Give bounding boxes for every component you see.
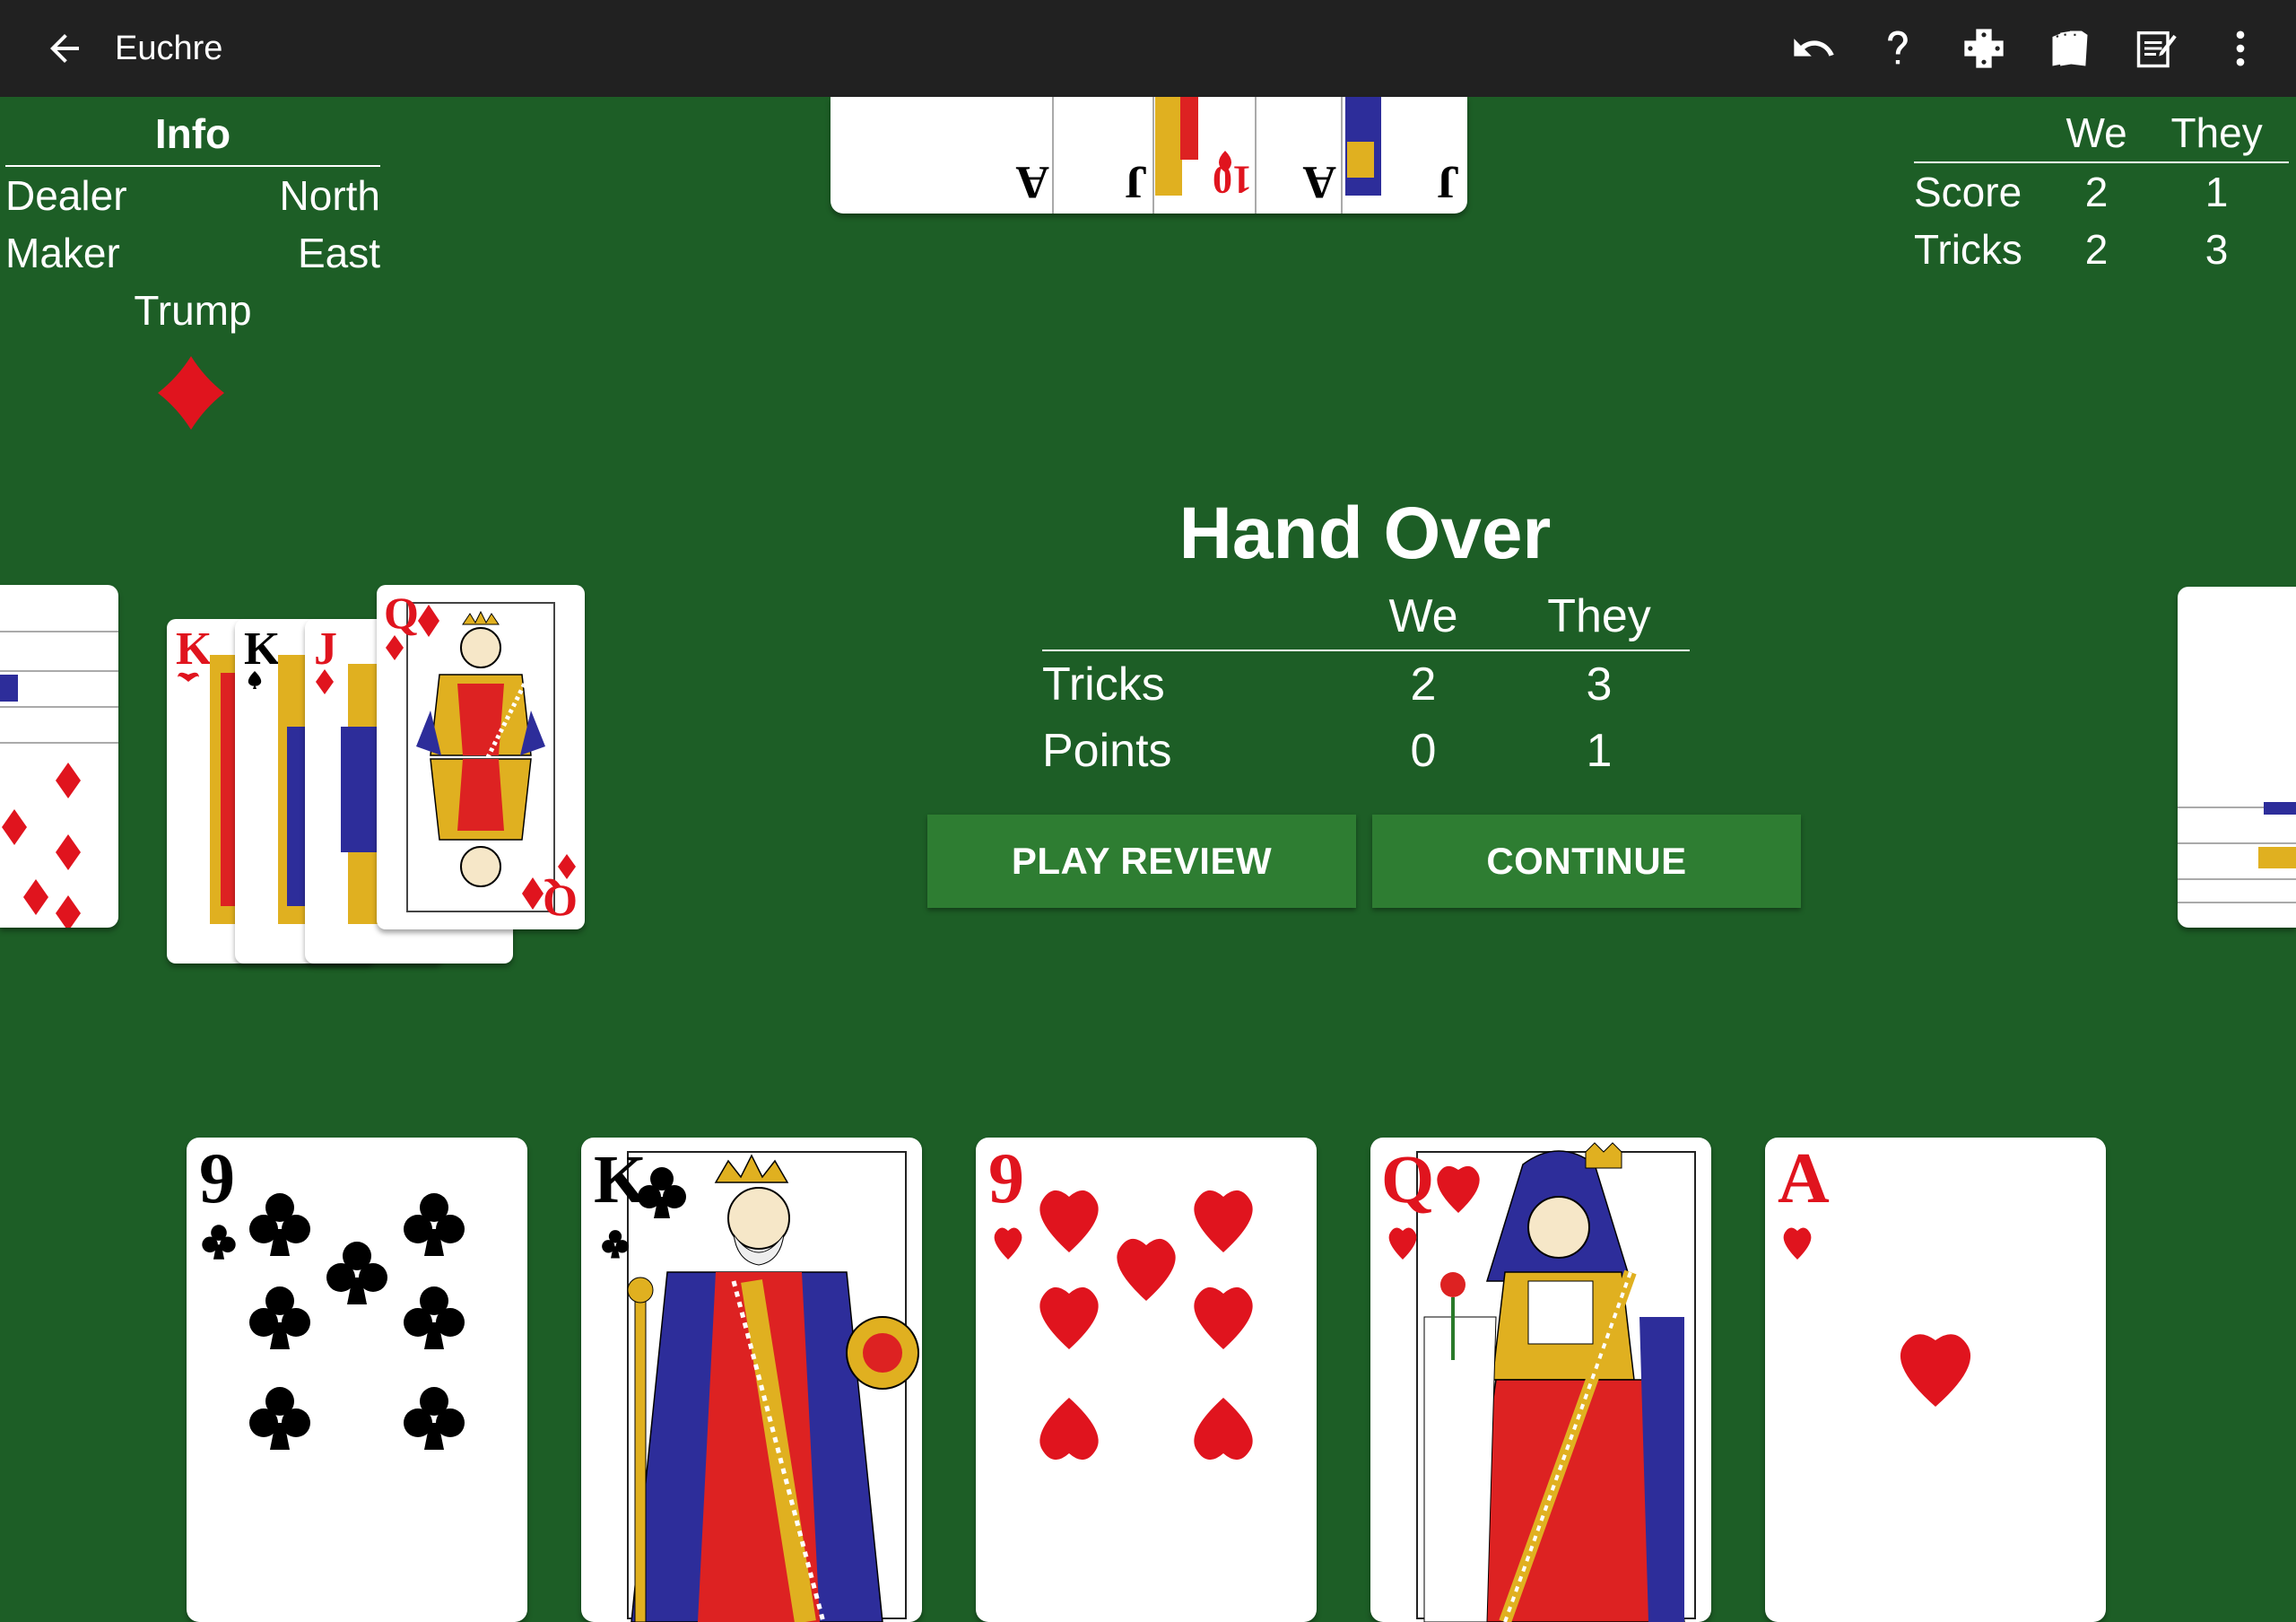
dialog-tricks-label: Tricks <box>1042 658 1165 711</box>
tricks-row: Tricks 2 3 <box>1914 221 2289 278</box>
dialog-points-they: 1 <box>1586 725 1613 777</box>
north-rank: A <box>1015 156 1049 207</box>
controller-icon[interactable] <box>1959 23 2009 74</box>
card-rank: 9 <box>988 1139 1024 1218</box>
north-rank: A <box>1302 156 1336 207</box>
app-bar: Euchre <box>0 0 2296 97</box>
dealer-row: Dealer North <box>5 167 380 224</box>
score-row: Score 2 1 <box>1914 162 2289 221</box>
trick-rank: Q <box>384 588 419 638</box>
dialog-col-we: We <box>1338 583 1509 651</box>
notepad-icon[interactable] <box>2131 23 2181 74</box>
score-table: We They Score 2 1 Tricks 2 3 <box>1914 104 2289 278</box>
tricks-we-value: 2 <box>2084 226 2109 273</box>
dialog-tricks-we: 2 <box>1410 658 1437 711</box>
west-hand: 10 Q J 10 9 <box>0 585 118 928</box>
tricks-row-label: Tricks <box>1914 226 2022 273</box>
dialog-tricks-they: 3 <box>1586 658 1613 711</box>
info-panel: Info Dealer North Maker East Trump <box>5 108 380 339</box>
trump-label: Trump <box>134 287 252 334</box>
card-rank: 9 <box>199 1139 235 1218</box>
continue-button[interactable]: CONTINUE <box>1372 815 1801 908</box>
east-hand: 9 Q 10 K A <box>2178 587 2296 928</box>
hand-card-9-hearts[interactable]: 9 <box>976 1138 1317 1622</box>
app-title: Euchre <box>115 30 223 67</box>
help-icon[interactable] <box>1873 23 1923 74</box>
dialog-tricks-row: Tricks 2 3 <box>1042 650 1690 718</box>
cards-icon[interactable] <box>2045 23 2095 74</box>
trump-diamond-icon <box>152 354 230 432</box>
score-we-value: 2 <box>2084 169 2109 215</box>
play-review-button[interactable]: PLAY REVIEW <box>927 815 1356 908</box>
hand-card-ace-hearts[interactable]: A <box>1765 1138 2106 1622</box>
north-rank: 10 <box>1213 158 1252 202</box>
score-row-label: Score <box>1914 169 2022 215</box>
undo-icon[interactable] <box>1788 23 1839 74</box>
dialog-points-we: 0 <box>1410 725 1437 777</box>
trick-rank: K <box>244 624 281 675</box>
card-rank: A <box>1778 1139 1830 1218</box>
score-they-value: 1 <box>2205 169 2229 215</box>
hand-card-9-clubs[interactable]: 9 <box>187 1138 527 1622</box>
tricks-they-value: 3 <box>2205 226 2229 273</box>
maker-row: Maker East <box>5 224 380 282</box>
north-rank: J <box>1125 156 1148 207</box>
north-rank: J <box>1437 156 1460 207</box>
maker-label: Maker <box>5 230 120 276</box>
card-rank: K <box>594 1142 647 1217</box>
score-col-we: We <box>2048 104 2145 163</box>
trick-rank: K <box>176 624 213 675</box>
north-hand: J A 10 J A <box>831 97 1467 214</box>
back-arrow-icon[interactable] <box>43 27 86 70</box>
hand-card-king-clubs[interactable]: K <box>581 1138 922 1622</box>
svg-text:Q: Q <box>543 876 578 927</box>
dealer-value: North <box>279 172 380 219</box>
dialog-col-they: They <box>1509 583 1690 651</box>
card-rank: Q <box>1381 1142 1434 1217</box>
dealer-label: Dealer <box>5 172 127 219</box>
hand-summary-table: We They Tricks 2 3 Points 0 1 <box>1042 583 1690 784</box>
trick-card-top: Q Q <box>377 585 585 929</box>
hand-card-queen-hearts[interactable]: Q <box>1370 1138 1711 1622</box>
dialog-title: Hand Over <box>1178 493 1552 574</box>
score-panel: We They Score 2 1 Tricks 2 3 <box>1914 104 2289 278</box>
dialog-points-label: Points <box>1042 725 1172 777</box>
dialog-points-row: Points 0 1 <box>1042 718 1690 784</box>
maker-value: East <box>297 230 380 276</box>
more-vert-icon[interactable] <box>2215 23 2266 74</box>
score-col-they: They <box>2144 104 2289 163</box>
info-header: Info <box>5 108 380 167</box>
trick-rank: J <box>314 624 337 675</box>
